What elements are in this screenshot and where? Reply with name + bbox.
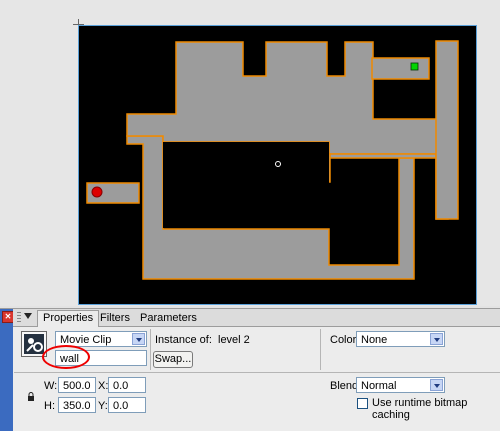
color-value: None [361, 334, 388, 346]
tab-properties[interactable]: Properties [37, 310, 100, 327]
properties-panel: ✕ Properties Filters Parameters Movie Cl… [0, 308, 500, 431]
panel-tab-bar: Properties Filters Parameters [13, 309, 500, 327]
blend-dropdown[interactable]: Normal [356, 377, 445, 393]
swap-button[interactable]: Swap... [153, 351, 193, 368]
drag-grip-icon[interactable] [17, 312, 21, 322]
chevron-down-icon [430, 379, 443, 391]
instance-of-value: level 2 [218, 334, 250, 346]
tab-parameters[interactable]: Parameters [135, 311, 202, 325]
stage-area [0, 0, 500, 306]
height-field[interactable]: 350.0 [58, 397, 96, 413]
width-value: 500.0 [63, 380, 91, 392]
inner-void [163, 142, 329, 228]
lock-icon[interactable] [27, 392, 35, 401]
right-column [435, 40, 459, 220]
color-label: Color: [330, 334, 360, 346]
panel-side-strip: ✕ [0, 309, 14, 431]
divider [14, 372, 500, 373]
height-label: H: [44, 400, 55, 412]
x-value: 0.0 [113, 380, 129, 392]
maze-graphic [86, 40, 459, 280]
y-label: Y: [98, 400, 108, 412]
player-ball [91, 186, 103, 198]
highlight-annotation-circle [42, 345, 90, 369]
divider [320, 329, 321, 370]
runtime-bitmap-caching-label: Use runtime bitmap caching [372, 397, 468, 421]
stage-canvas[interactable] [78, 25, 477, 305]
blend-value: Normal [361, 380, 397, 392]
instance-of-label: Instance of: [155, 334, 212, 346]
width-label: W: [44, 380, 58, 392]
chevron-down-icon [132, 333, 145, 345]
x-field[interactable]: 0.0 [108, 377, 146, 393]
width-field[interactable]: 500.0 [58, 377, 96, 393]
color-dropdown[interactable]: None [356, 331, 445, 347]
divider [150, 329, 151, 370]
x-label: X: [98, 380, 109, 392]
runtime-bitmap-caching-checkbox[interactable] [357, 398, 368, 409]
goal-pocket [371, 57, 430, 80]
goal-square [410, 62, 419, 71]
tab-filters[interactable]: Filters [95, 311, 135, 325]
height-value: 350.0 [63, 400, 91, 412]
chevron-down-icon [430, 333, 443, 345]
y-value: 0.0 [113, 400, 129, 412]
y-field[interactable]: 0.0 [108, 397, 146, 413]
middle-strip [314, 153, 437, 159]
collapse-arrow-icon[interactable] [24, 313, 32, 319]
